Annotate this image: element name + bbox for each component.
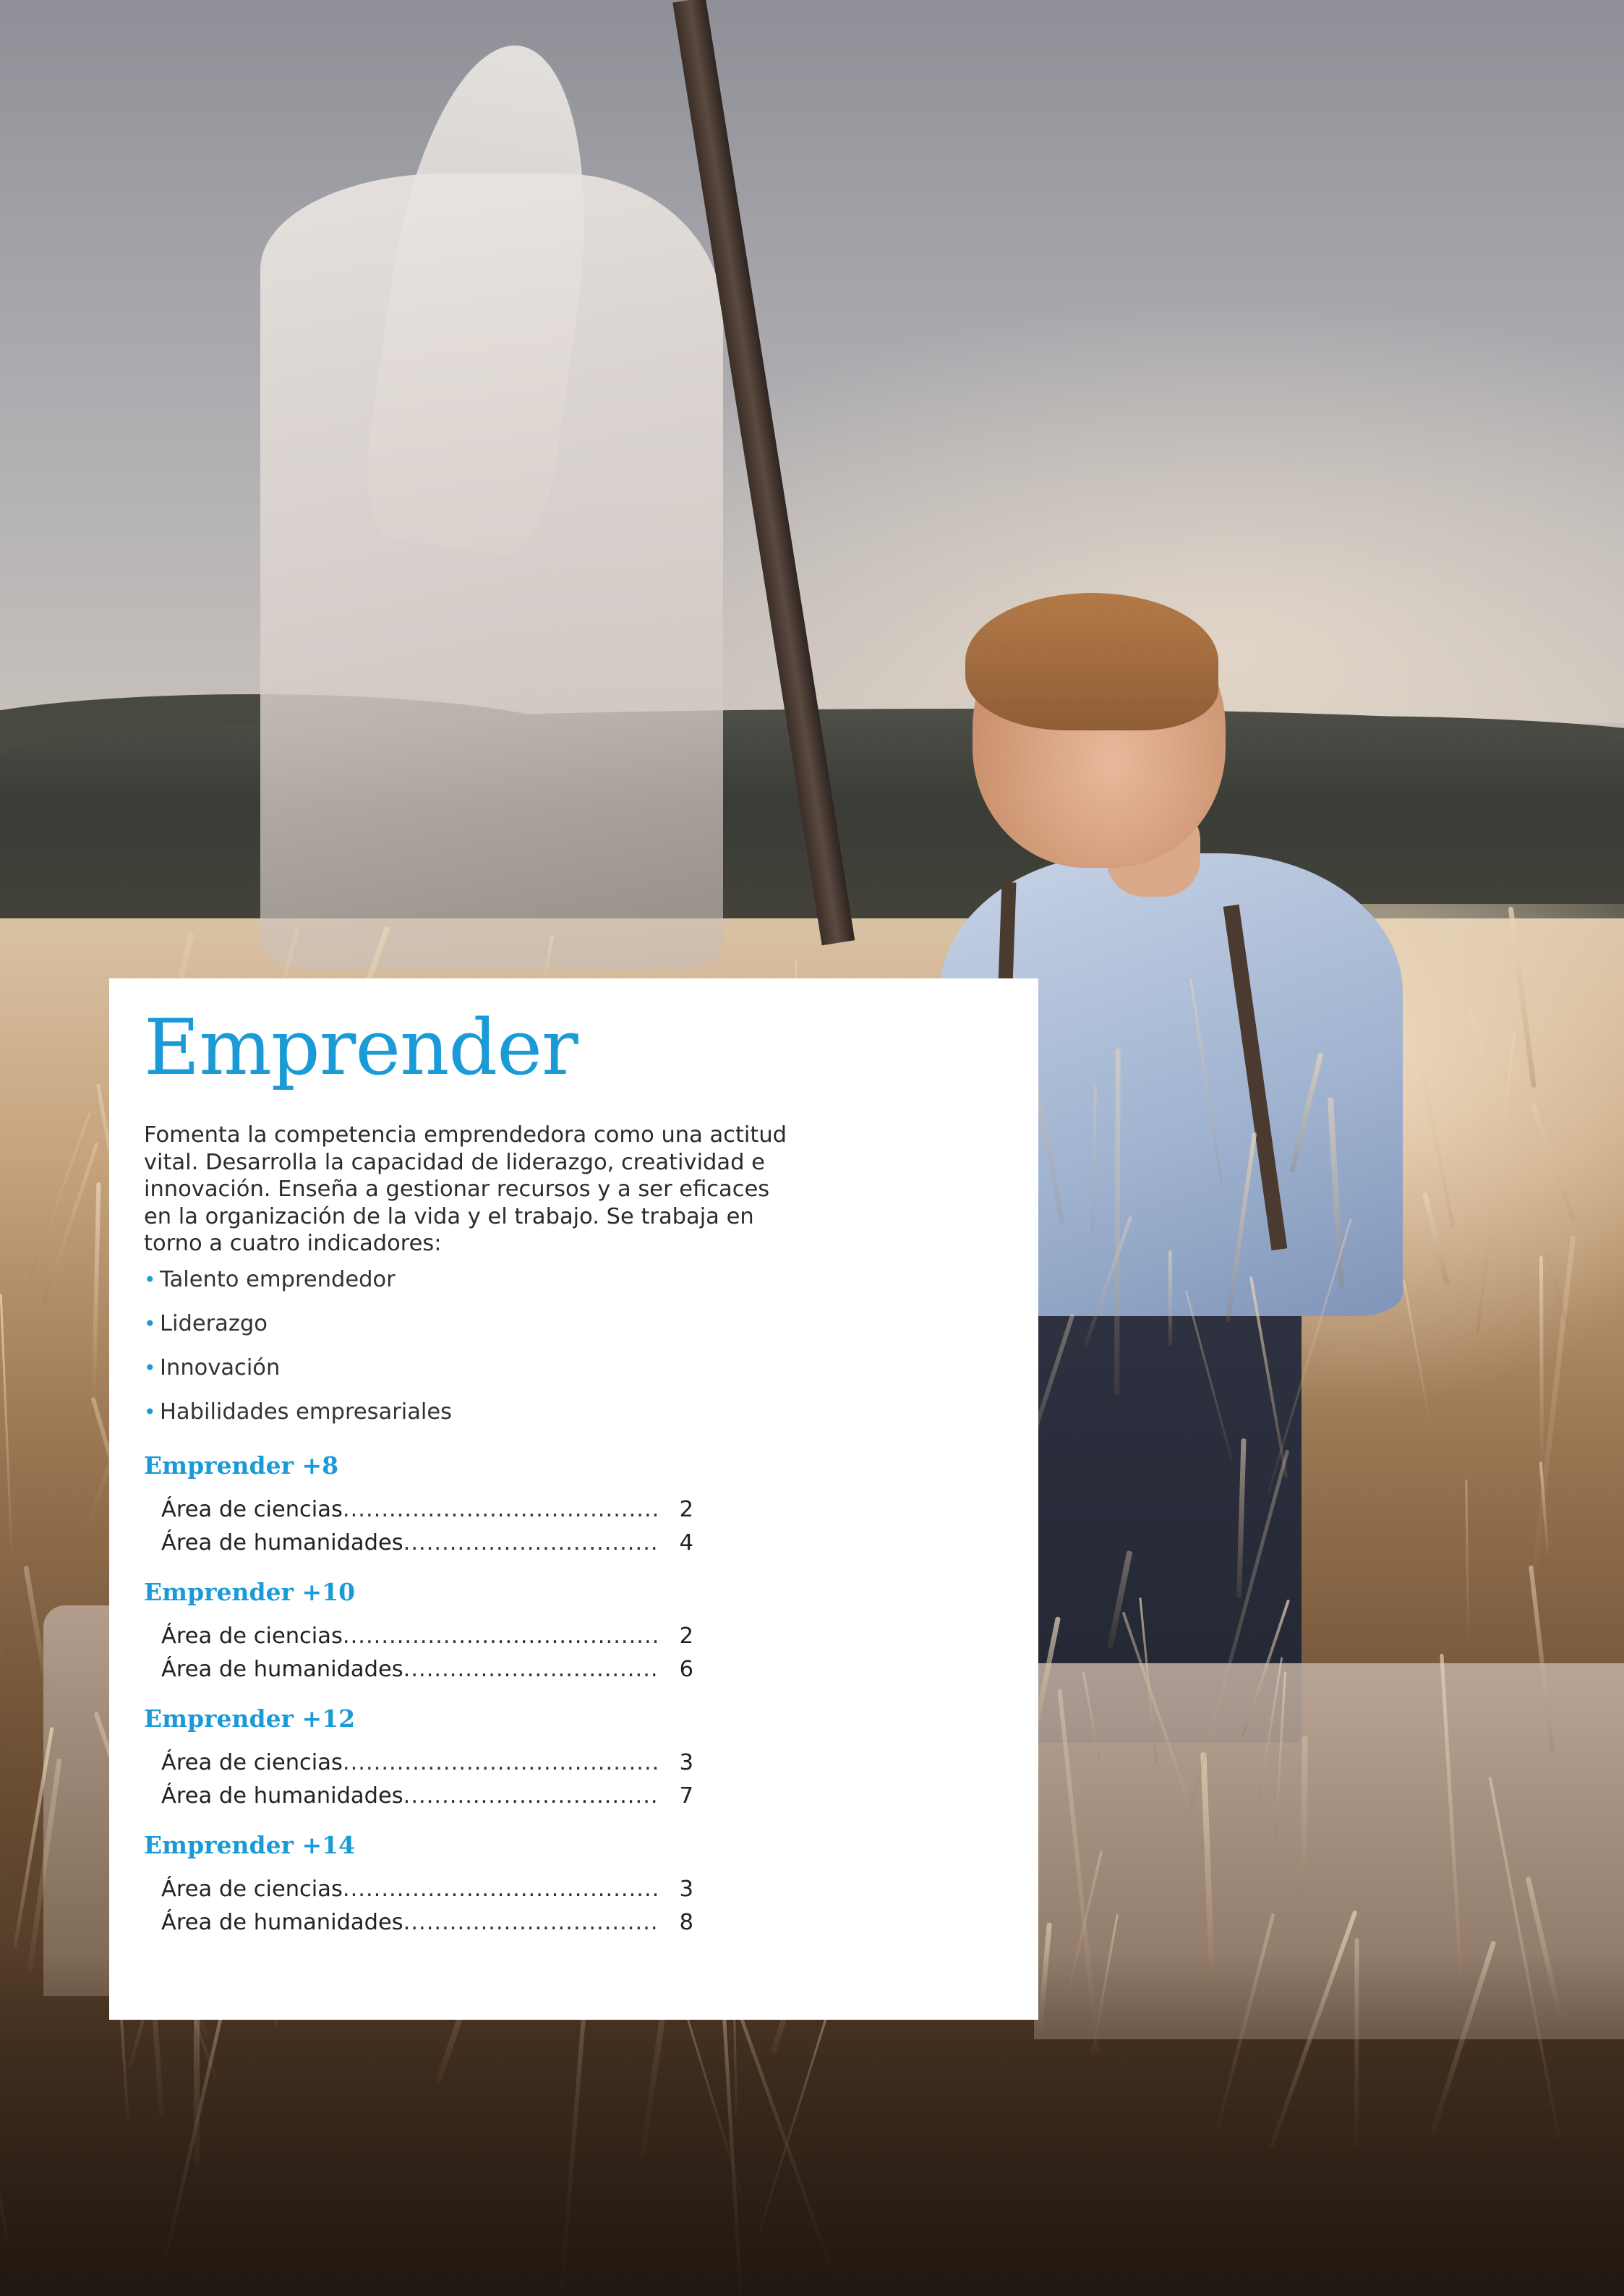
bullet-icon: • (144, 1400, 156, 1424)
toc-entry[interactable]: Área de ciencias 3 (161, 1746, 693, 1780)
toc-entry-label: Área de ciencias (161, 1497, 343, 1522)
toc-leader-dots (403, 1653, 660, 1686)
toc-section-emprender-8: Emprender +8 Área de ciencias 2 Área de h… (144, 1451, 722, 1578)
toc-page-number: 2 (679, 1497, 693, 1522)
toc-entry[interactable]: Área de humanidades 6 (161, 1653, 693, 1686)
indicator-label: Innovación (160, 1355, 281, 1380)
toc-entry[interactable]: Área de ciencias 3 (161, 1873, 693, 1906)
toc-entry-label: Área de ciencias (161, 1877, 343, 1902)
toc-heading[interactable]: Emprender +8 (144, 1451, 722, 1493)
toc-leader-dots (403, 1906, 660, 1939)
toc-leader-dots (343, 1493, 660, 1527)
grass-blade (1168, 1250, 1172, 1347)
page-title: Emprender (144, 1003, 578, 1092)
toc-leader-dots (343, 1620, 660, 1653)
toc-entry[interactable]: Área de humanidades 4 (161, 1527, 693, 1560)
boy-hair (965, 593, 1218, 730)
sky-haze (0, 0, 1624, 723)
toc-entry-label: Área de ciencias (161, 1623, 343, 1649)
toc-page-number: 3 (679, 1877, 693, 1902)
list-item: • Talento emprendedor (144, 1266, 452, 1310)
content-panel: Emprender Fomenta la competencia emprend… (109, 978, 1038, 2020)
toc-page-number: 8 (679, 1910, 693, 1935)
toc-section-emprender-10: Emprender +10 Área de ciencias 2 Área de … (144, 1578, 722, 1704)
toc-entry-label: Área de humanidades (161, 1657, 403, 1682)
toc-page-number: 6 (679, 1657, 693, 1682)
toc-entry[interactable]: Área de humanidades 7 (161, 1780, 693, 1813)
list-item: • Liderazgo (144, 1310, 452, 1354)
toc-entry[interactable]: Área de ciencias 2 (161, 1620, 693, 1653)
bullet-icon: • (144, 1312, 156, 1336)
toc-heading[interactable]: Emprender +14 (144, 1831, 722, 1873)
toc-entry-label: Área de humanidades (161, 1530, 403, 1555)
toc-leader-dots (343, 1746, 660, 1780)
flag-cloth (260, 174, 723, 969)
toc-entry-label: Área de ciencias (161, 1750, 343, 1775)
toc-entry-label: Área de humanidades (161, 1783, 403, 1809)
grass-blade (1301, 1736, 1308, 1894)
toc-heading[interactable]: Emprender +10 (144, 1578, 722, 1620)
toc-section-emprender-12: Emprender +12 Área de ciencias 3 Área de … (144, 1704, 722, 1831)
toc-page-number: 4 (679, 1530, 693, 1555)
toc-heading[interactable]: Emprender +12 (144, 1704, 722, 1746)
bullet-icon: • (144, 1356, 156, 1380)
toc-section-emprender-14: Emprender +14 Área de ciencias 3 Área de … (144, 1831, 722, 1958)
indicator-label: Habilidades empresariales (160, 1399, 453, 1425)
intro-paragraph: Fomenta la competencia emprendedora como… (144, 1122, 787, 1256)
list-item: • Habilidades empresariales (144, 1399, 452, 1443)
grass-blade (1539, 1255, 1544, 1477)
indicator-list: • Talento emprendedor • Liderazgo • Innovac… (144, 1266, 452, 1443)
toc-page-number: 7 (679, 1783, 693, 1809)
table-of-contents: Emprender +8 Área de ciencias 2 Área de h… (144, 1451, 722, 1958)
toc-entry[interactable]: Área de ciencias 2 (161, 1493, 693, 1527)
toc-page-number: 2 (679, 1623, 693, 1649)
list-item: • Innovación (144, 1354, 452, 1399)
toc-leader-dots (403, 1527, 660, 1560)
toc-entry[interactable]: Área de humanidades 8 (161, 1906, 693, 1939)
indicator-label: Talento emprendedor (160, 1267, 396, 1292)
toc-leader-dots (403, 1780, 660, 1813)
bullet-icon: • (144, 1268, 156, 1292)
toc-leader-dots (343, 1873, 660, 1906)
toc-entry-label: Área de humanidades (161, 1910, 403, 1935)
toc-page-number: 3 (679, 1750, 693, 1775)
indicator-label: Liderazgo (160, 1311, 268, 1336)
